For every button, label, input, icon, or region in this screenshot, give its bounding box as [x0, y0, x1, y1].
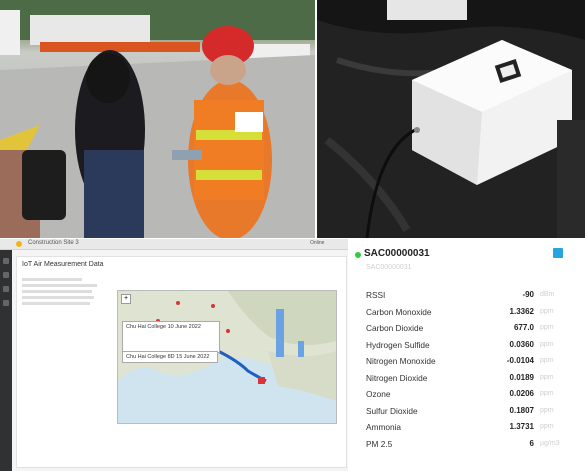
zoom-in-button[interactable]: +: [121, 294, 131, 304]
measurement-card: IoT Air Measurement Data Chu Hai College…: [16, 256, 347, 468]
device-panel: SAC00000031 SAC00000031 RSSI -90 dBm Carbon…: [350, 239, 585, 471]
map-popup: Chu Hai College 10 June 2022: [122, 321, 220, 353]
reading-value: 0.1807: [509, 405, 534, 415]
reading-unit: ppm: [540, 307, 554, 315]
device-subtitle: SAC00000031: [366, 264, 412, 271]
reading-unit: ppm: [540, 324, 554, 331]
sidebar: [0, 250, 12, 471]
reading-unit: ppm: [540, 390, 554, 397]
nav-icon[interactable]: [3, 272, 9, 278]
reading-unit: ppm: [540, 340, 554, 348]
map-popup-title: Chu Hai College 10 June 2022: [126, 324, 201, 330]
reading-bar: [298, 341, 304, 357]
reading-name: Ozone: [366, 389, 391, 399]
reading-name: Sulfur Dioxide: [366, 405, 418, 416]
reading-name: PM 2.5: [366, 438, 393, 449]
reading-value: -0.0104: [506, 356, 534, 365]
reading-value: 0.0189: [509, 372, 534, 382]
reading-unit: ppm: [540, 406, 554, 414]
reading-name: Hydrogen Sulfide: [366, 339, 430, 350]
device-id: SAC00000031: [364, 248, 430, 259]
reading-unit: dBm: [540, 291, 555, 298]
reading-name: Ammonia: [366, 422, 402, 432]
reading-unit: ppm: [540, 423, 554, 430]
map-label: Chu Hai College 8D 15 June 2022: [122, 351, 218, 363]
reading-bar: [276, 309, 284, 357]
street-photo: [0, 0, 315, 238]
app-logo-icon: [16, 241, 22, 247]
reading-value: 0.0206: [509, 389, 534, 398]
reading-value: 0.0360: [509, 339, 534, 349]
status-dot-icon: [355, 252, 361, 258]
nav-icon[interactable]: [3, 258, 9, 264]
dashboard-screenshot: Construction Site 3 Online IoT Air Measu…: [0, 239, 348, 471]
status-label: Online: [310, 240, 325, 246]
reading-value: 1.3362: [509, 306, 534, 316]
save-icon[interactable]: [553, 248, 563, 258]
reading-name: Nitrogen Dioxide: [366, 372, 428, 383]
reading-unit: ppm: [540, 357, 554, 364]
reading-name: Carbon Monoxide: [366, 306, 432, 317]
location-marker[interactable]: [258, 377, 265, 384]
reading-value: 1.3731: [509, 422, 534, 431]
nav-icon[interactable]: [3, 286, 9, 292]
reading-value: 677.0: [513, 323, 534, 332]
nav-icon[interactable]: [3, 300, 9, 306]
reading-name: Nitrogen Monoxide: [366, 356, 436, 366]
reading-value: -90: [522, 290, 534, 299]
map-view[interactable]: Chu Hai College 10 June 2022 Chu Hai Col…: [117, 290, 337, 424]
browser-tab-bar: Construction Site 3 Online: [0, 239, 348, 250]
card-title: IoT Air Measurement Data: [22, 261, 104, 268]
device-list: [22, 275, 102, 308]
reading-name: RSSI: [366, 290, 386, 300]
reading-unit: µg/m3: [540, 439, 560, 447]
tab-title[interactable]: Construction Site 3: [28, 240, 79, 246]
reading-value: 6: [529, 438, 534, 448]
sensor-device-photo: [317, 0, 585, 238]
reading-unit: ppm: [540, 373, 554, 381]
reading-name: Carbon Dioxide: [366, 323, 424, 333]
